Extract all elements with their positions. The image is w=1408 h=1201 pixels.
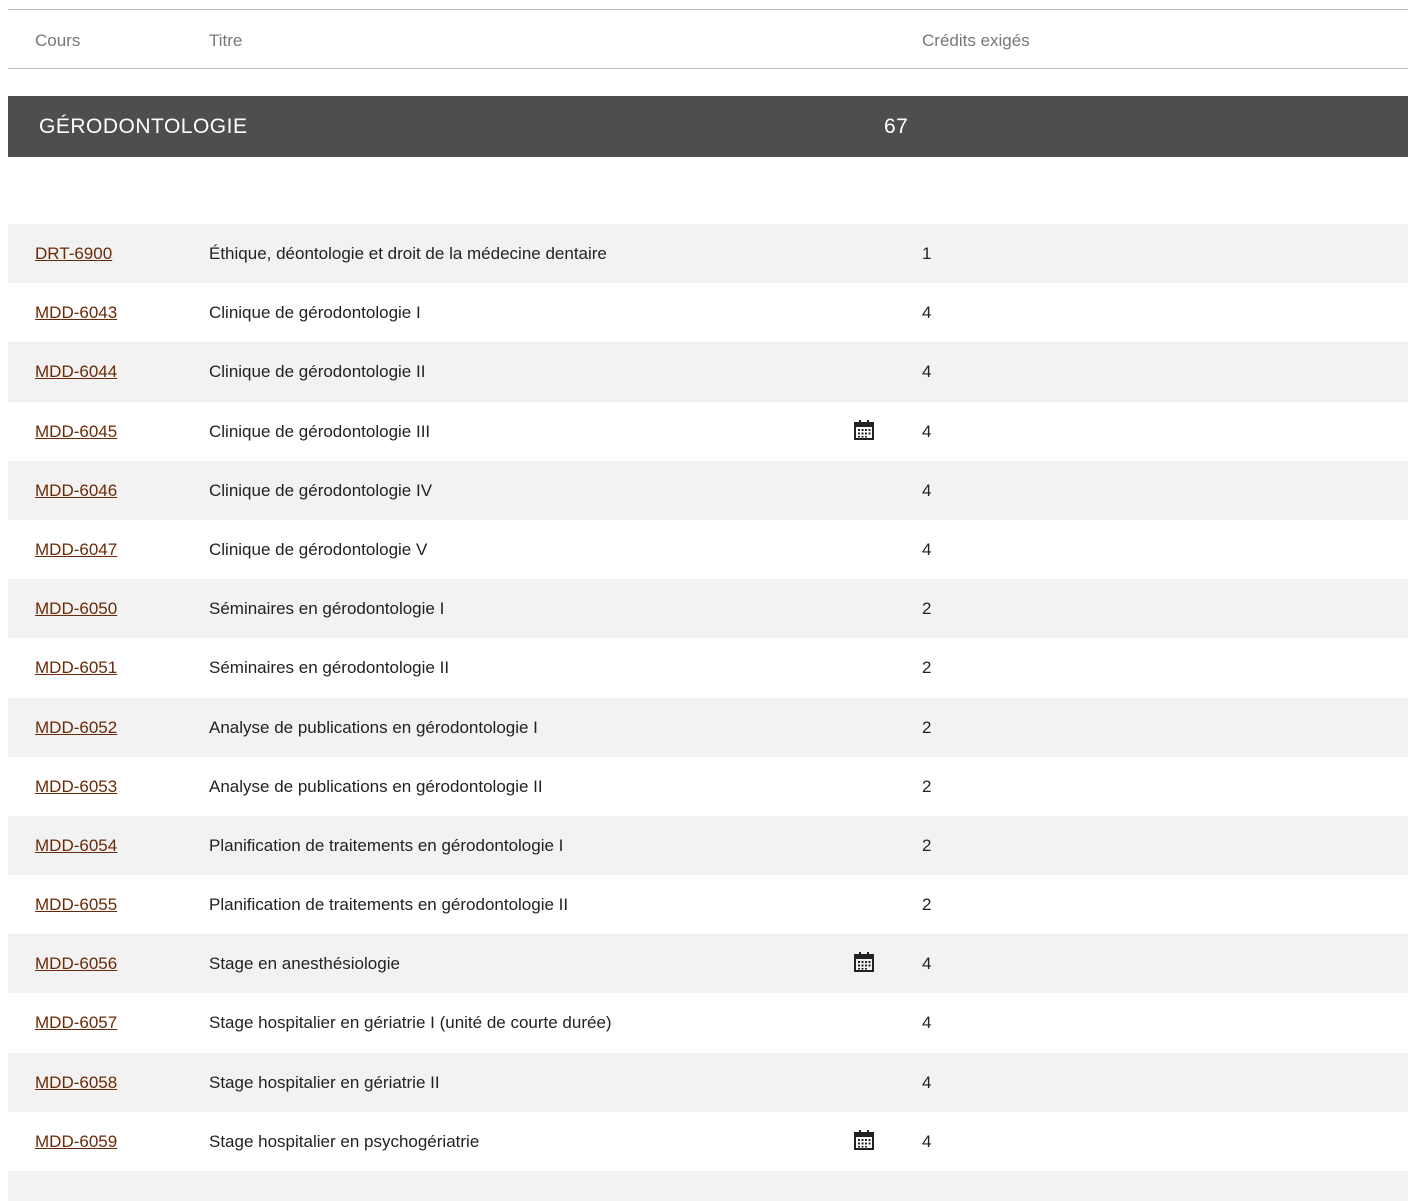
course-row: MDD-6057 Stage hospitalier en gériatrie … (8, 993, 1408, 1053)
course-credits: 4 (922, 480, 932, 500)
header-credits: Crédits exigés (922, 31, 1030, 50)
course-code-link[interactable]: MDD-6052 (35, 718, 117, 738)
course-row: MDD-6053 Analyse de publications en géro… (8, 756, 1408, 816)
course-title: Stage hospitalier en psychogériatrie (209, 1131, 480, 1151)
course-credits: 2 (922, 835, 932, 855)
course-row: MDD-6045 Clinique de gérodontologie III … (8, 401, 1408, 461)
course-title: Clinique de gérodontologie II (209, 362, 426, 382)
course-row: DRT-6900 Éthique, déontologie et droit d… (8, 224, 1408, 284)
course-code-link[interactable]: MDD-6050 (35, 599, 117, 619)
course-title: Stage hospitalier en gériatrie II (209, 1072, 440, 1092)
course-row: MDD-6044 Clinique de gérodontologie II 4 (8, 342, 1408, 402)
calendar-icon[interactable] (853, 1129, 875, 1151)
course-title: Analyse de publications en gérodontologi… (209, 717, 538, 737)
course-title: Planification de traitements en gérodont… (209, 835, 564, 855)
course-credits: 4 (922, 954, 932, 974)
header-course: Cours (35, 31, 81, 50)
course-row: MDD-6056 Stage en anesthésiologie 4 (8, 934, 1408, 994)
course-row: MDD-6054 Planification de traitements en… (8, 815, 1408, 876)
course-credits: 4 (922, 362, 932, 382)
course-code-link[interactable]: MDD-6058 (35, 1073, 117, 1093)
course-credits: 2 (922, 776, 932, 796)
course-title: Clinique de gérodontologie III (209, 421, 431, 441)
course-title: Planification de traitements en gérodont… (209, 895, 569, 915)
table-header: Cours Titre Crédits exigés (8, 9, 1408, 69)
course-title: Clinique de gérodontologie I (209, 303, 421, 323)
course-credits: 2 (922, 717, 932, 737)
course-code-link[interactable]: MDD-6054 (35, 836, 117, 856)
course-code-link[interactable]: MDD-6045 (35, 422, 117, 442)
course-credits: 2 (922, 599, 932, 619)
course-row: MDD-6047 Clinique de gérodontologie V 4 (8, 519, 1408, 580)
course-credits: 4 (922, 1013, 932, 1033)
course-row: MDD-6051 Séminaires en gérodontologie II… (8, 638, 1408, 698)
course-title: Analyse de publications en gérodontologi… (209, 776, 543, 796)
course-row: MDD-6055 Planification de traitements en… (8, 875, 1408, 935)
course-list: DRT-6900 Éthique, déontologie et droit d… (8, 224, 1408, 1201)
course-row: MDD-6046 Clinique de gérodontologie IV 4 (8, 460, 1408, 520)
course-code-link[interactable]: MDD-6051 (35, 658, 117, 678)
course-credits: 4 (922, 1131, 932, 1151)
course-row: MDD-6058 Stage hospitalier en gériatrie … (8, 1052, 1408, 1112)
course-row: MDD-6050 Séminaires en gérodontologie I … (8, 579, 1408, 639)
course-title: Stage en anesthésiologie (209, 954, 400, 974)
course-title: Éthique, déontologie et droit de la méde… (209, 244, 607, 263)
course-credits: 1 (922, 244, 932, 263)
course-row: MDD-6043 Clinique de gérodontologie I 4 (8, 283, 1408, 343)
course-code-link[interactable]: DRT-6900 (35, 244, 112, 264)
course-credits: 2 (922, 658, 932, 678)
course-table: Cours Titre Crédits exigés GÉRODONTOLOGI… (8, 0, 1408, 1201)
course-row: MDD-6052 Analyse de publications en géro… (8, 697, 1408, 757)
section-name: GÉRODONTOLOGIE (39, 115, 248, 138)
table-row-partial (8, 1171, 1408, 1201)
course-code-link[interactable]: MDD-6053 (35, 777, 117, 797)
course-code-link[interactable]: MDD-6046 (35, 481, 117, 501)
course-code-link[interactable]: MDD-6057 (35, 1013, 117, 1033)
course-code-link[interactable]: MDD-6047 (35, 540, 117, 560)
course-code-link[interactable]: MDD-6055 (35, 895, 117, 915)
calendar-icon[interactable] (853, 419, 875, 441)
course-code-link[interactable]: MDD-6056 (35, 954, 117, 974)
course-title: Clinique de gérodontologie V (209, 539, 428, 559)
course-title: Stage hospitalier en gériatrie I (unité … (209, 1013, 612, 1033)
section-header: GÉRODONTOLOGIE 67 (8, 96, 1408, 157)
course-code-link[interactable]: MDD-6043 (35, 303, 117, 323)
course-code-link[interactable]: MDD-6044 (35, 362, 117, 382)
course-title: Séminaires en gérodontologie I (209, 599, 445, 619)
section-credits: 67 (884, 115, 909, 138)
calendar-icon[interactable] (853, 951, 875, 973)
course-title: Séminaires en gérodontologie II (209, 658, 450, 678)
course-credits: 4 (922, 1072, 932, 1092)
course-credits: 4 (922, 539, 932, 559)
course-code-link[interactable]: MDD-6059 (35, 1132, 117, 1152)
course-credits: 4 (922, 303, 932, 323)
header-title: Titre (209, 31, 243, 50)
course-credits: 4 (922, 421, 932, 441)
course-row: MDD-6059 Stage hospitalier en psychogéri… (8, 1111, 1408, 1171)
course-credits: 2 (922, 895, 932, 915)
course-title: Clinique de gérodontologie IV (209, 480, 433, 500)
